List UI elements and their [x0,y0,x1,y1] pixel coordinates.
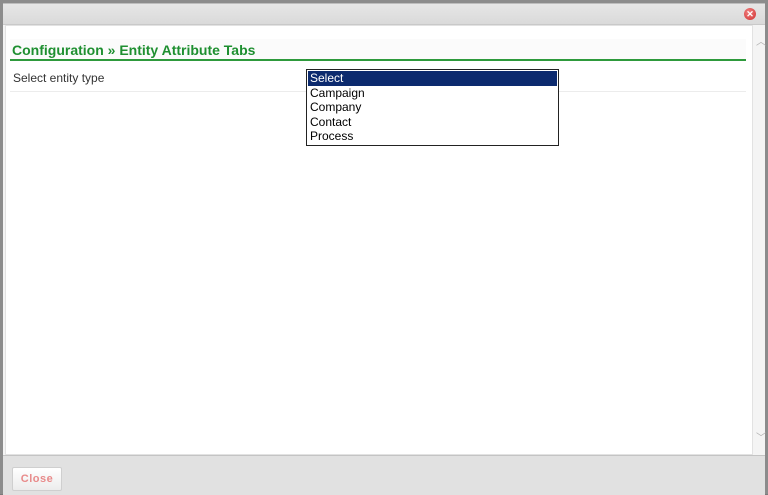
chevron-up-icon[interactable]: ︿ [756,38,766,48]
modal-titlebar: ✕ [3,4,765,25]
modal-footer: Close [3,455,765,495]
entity-type-row: Select entity type Select Campaign Compa… [10,67,746,146]
option-process[interactable]: Process [308,129,557,144]
page-title: Configuration » Entity Attribute Tabs [12,42,256,58]
close-button[interactable]: Close [12,467,62,491]
entity-type-label: Select entity type [13,71,105,85]
chevron-down-icon[interactable]: ﹀ [756,434,766,444]
option-contact[interactable]: Contact [308,115,557,130]
option-select[interactable]: Select [308,71,557,86]
scrollbar[interactable]: ︿ ﹀ [754,26,766,456]
modal-body: Configuration » Entity Attribute Tabs Se… [5,25,766,455]
option-company[interactable]: Company [308,100,557,115]
page-header: Configuration » Entity Attribute Tabs [10,39,746,61]
option-campaign[interactable]: Campaign [308,86,557,101]
entity-type-select[interactable]: Select Campaign Company Contact Process [306,69,559,146]
modal-dialog: ✕ Configuration » Entity Attribute Tabs … [3,3,766,495]
close-circle-icon[interactable]: ✕ [744,8,756,20]
